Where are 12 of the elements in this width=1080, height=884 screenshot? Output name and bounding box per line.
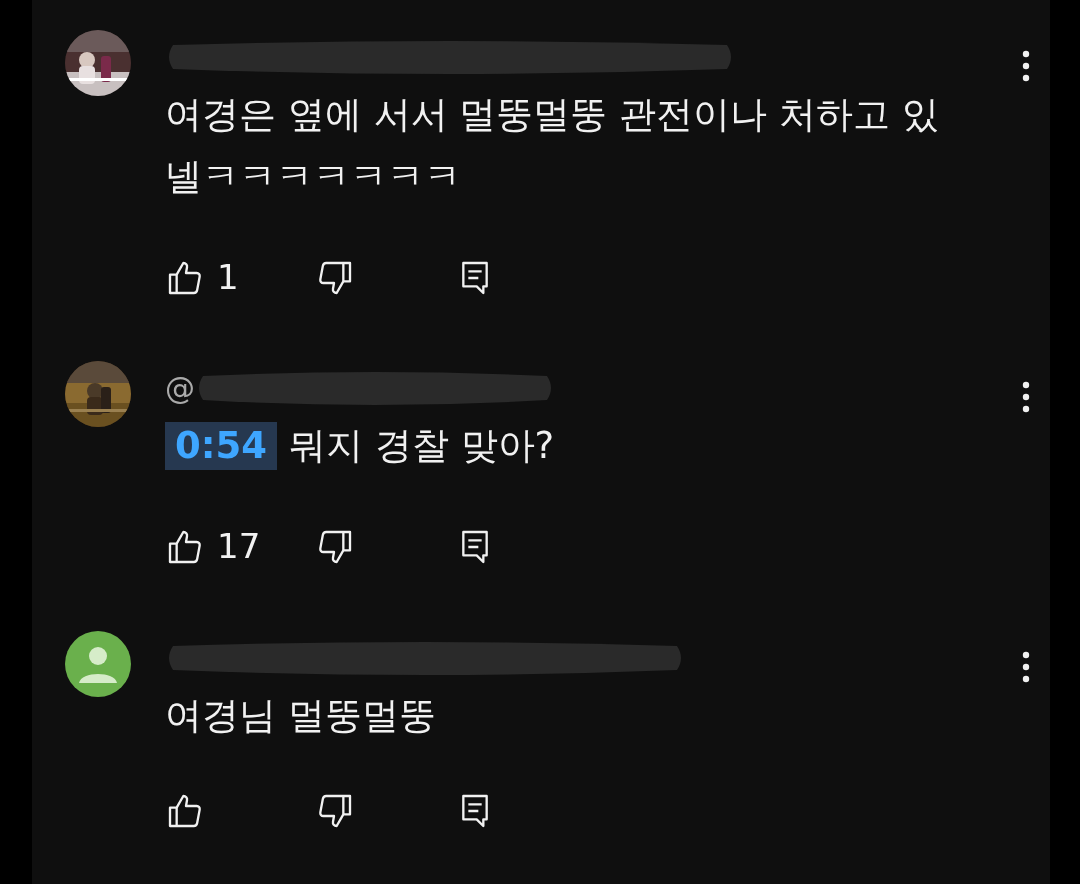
comment-text: 여경은 옆에 서서 멀뚱멀뚱 관전이나 처하고 있 bbox=[165, 92, 939, 138]
avatar-icon bbox=[65, 630, 131, 697]
like-count: 1 bbox=[217, 256, 239, 299]
more-options-icon[interactable] bbox=[1022, 650, 1030, 683]
comment-text: 여경님 멀뚱멀뚱 bbox=[165, 692, 436, 739]
user-handle[interactable]: @ bbox=[165, 365, 195, 411]
comment-text: 넬ㅋㅋㅋㅋㅋㅋㅋ bbox=[165, 154, 461, 200]
timestamp-link[interactable]: 0:54 bbox=[165, 422, 278, 471]
comment-text: 뭐지 경찰 맞아? bbox=[289, 423, 555, 470]
more-options-icon[interactable] bbox=[1022, 50, 1030, 82]
like-count: 17 bbox=[217, 525, 261, 569]
more-options-icon[interactable] bbox=[1022, 381, 1030, 414]
